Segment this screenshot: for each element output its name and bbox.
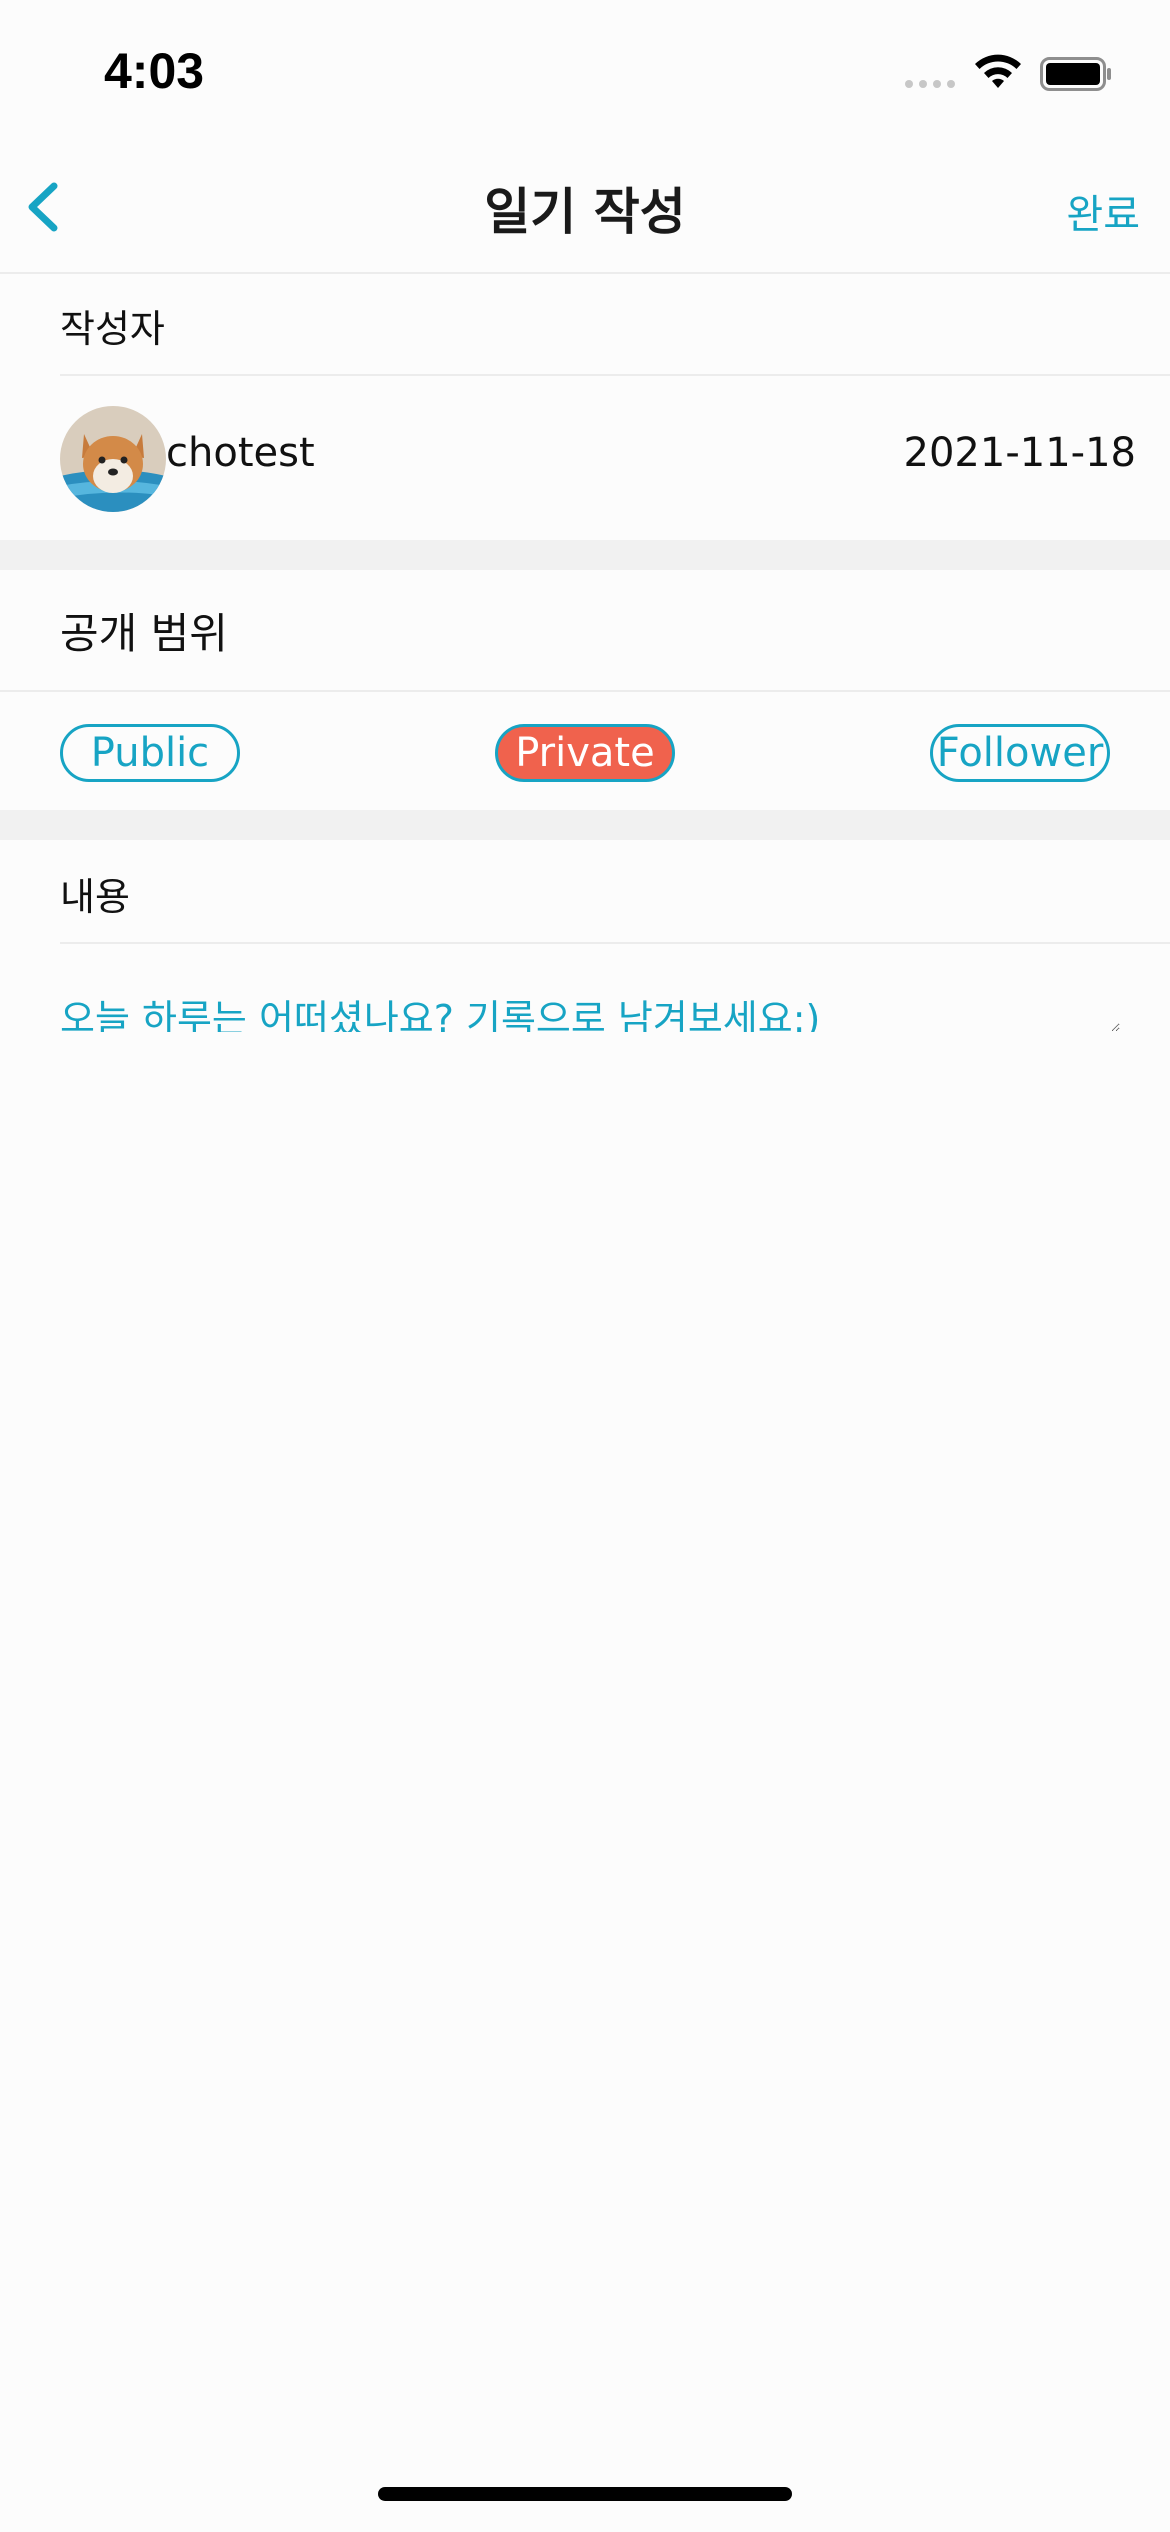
visibility-option-private[interactable]: Private — [495, 724, 675, 782]
author-section-label: 작성자 — [60, 307, 165, 351]
content-section-label: 내용 — [60, 875, 130, 919]
author-date: 2021-11-18 — [903, 430, 1136, 476]
content-input[interactable] — [60, 988, 1120, 1032]
cellular-signal-icon — [905, 80, 955, 88]
wifi-icon — [975, 54, 1021, 88]
visibility-option-public[interactable]: Public — [60, 724, 240, 782]
visibility-section-label: 공개 범위 — [60, 609, 228, 658]
page-title: 일기 작성 — [484, 183, 686, 241]
visibility-option-follower[interactable]: Follower — [930, 724, 1110, 782]
section-separator — [0, 810, 1170, 840]
done-button[interactable]: 완료 — [1066, 182, 1140, 240]
battery-icon — [1040, 57, 1111, 91]
navigation-bar: 일기 작성 완료 — [0, 150, 1170, 274]
avatar — [60, 406, 166, 512]
section-separator — [0, 540, 1170, 570]
home-indicator — [378, 2487, 792, 2501]
status-bar: 4:03 — [0, 0, 1170, 150]
status-time: 4:03 — [104, 43, 205, 99]
author-username: chotest — [166, 430, 315, 476]
divider — [60, 942, 1170, 944]
divider — [60, 374, 1170, 376]
shiba-dog-avatar — [60, 406, 166, 512]
divider — [0, 690, 1170, 692]
